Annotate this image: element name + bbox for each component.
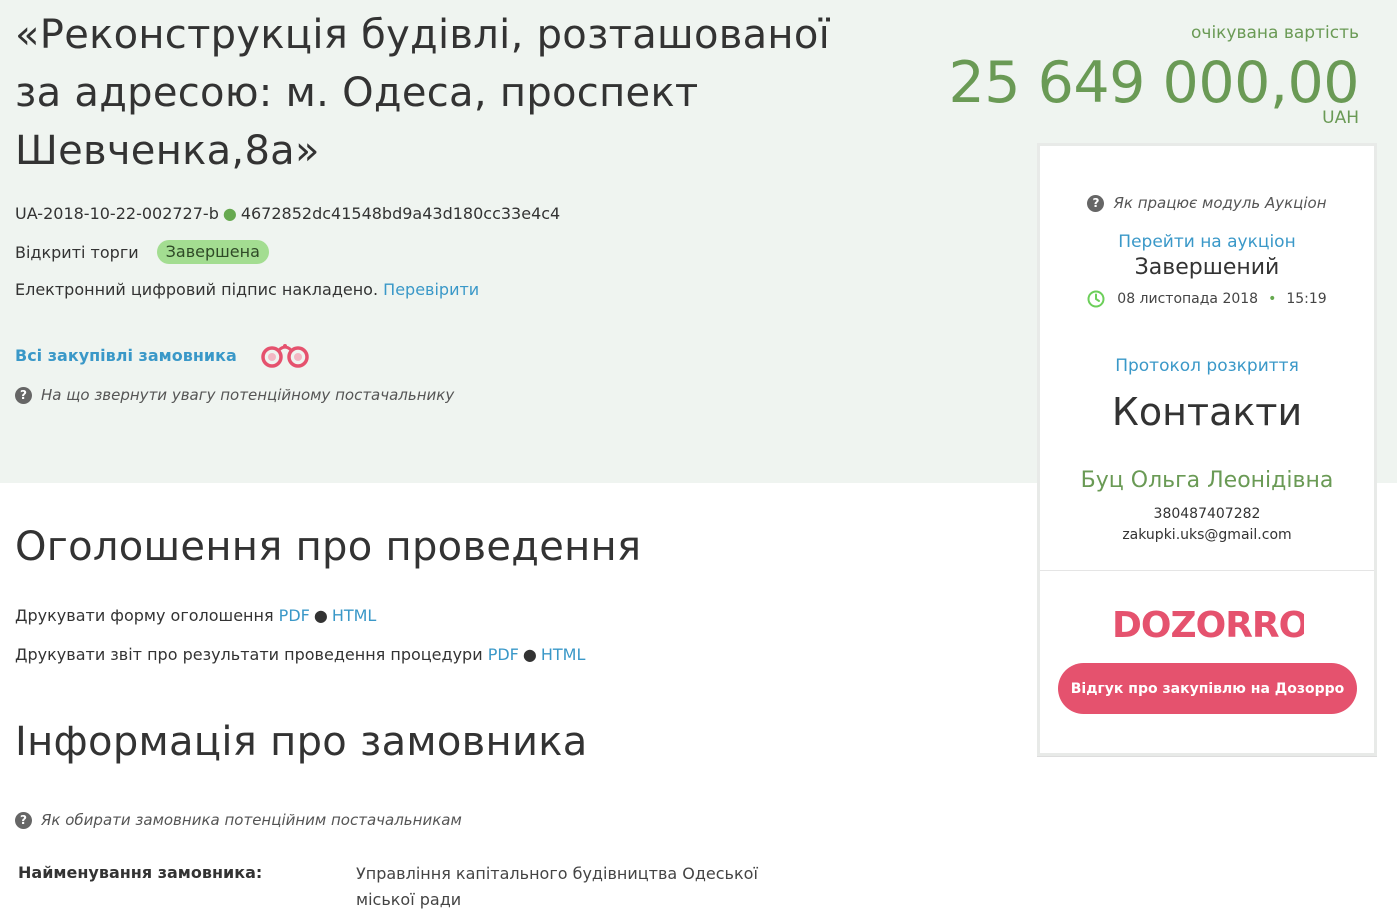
tender-hash: 4672852dc41548bd9a43d180cc33e4c4 — [240, 204, 561, 223]
customer-name-value: Управління капітального будівництва Одес… — [356, 864, 758, 909]
status-badge: Завершена — [156, 240, 269, 264]
divider — [1040, 570, 1374, 571]
procedure-info: Відкриті торги Завершена — [15, 240, 269, 264]
print-report-pdf-link[interactable]: PDF — [488, 645, 519, 664]
binoculars-icon[interactable] — [259, 340, 311, 370]
svg-text:DOZORRO: DOZORRO — [1112, 605, 1304, 645]
question-circle-icon: ? — [1087, 194, 1105, 212]
contact-person-name: Буц Ольга Леонідівна — [1080, 468, 1334, 493]
print-report-row: Друкувати звіт про результати проведення… — [15, 645, 585, 664]
tender-identifier: UA-2018-10-22-002727-b ● 4672852dc41548bd9… — [15, 204, 560, 223]
customer-info-heading: Інформація про замовника — [15, 719, 588, 765]
supplier-hint-text: На що звернути увагу потенційному постач… — [41, 386, 455, 404]
separator-dot: ● — [222, 204, 237, 223]
print-announcement-row: Друкувати форму оголошення PDF ● HTML — [15, 606, 376, 625]
print-announcement-pdf-link[interactable]: PDF — [279, 606, 310, 625]
tender-title: «Реконструкція будівлі, розташованої за … — [15, 12, 831, 174]
dozorro-feedback-button[interactable]: Відгук про закупівлю на Дозорро — [1058, 663, 1357, 714]
print-report-text: Друкувати звіт про результати проведення… — [15, 645, 483, 664]
auction-datetime: 08 листопада 2018 • 15:19 — [1040, 290, 1374, 308]
verify-signature-link[interactable]: Перевірити — [383, 280, 479, 299]
all-customer-purchases-link[interactable]: Всі закупівлі замовника — [15, 346, 237, 365]
auction-contacts-panel: ? Як працює модуль Аукціон Перейти на ау… — [1037, 143, 1377, 756]
separator-dot: • — [1268, 291, 1277, 307]
auction-status: Завершений — [1134, 255, 1280, 280]
print-report-html-link[interactable]: HTML — [541, 645, 586, 664]
all-purchases-block: Всі закупівлі замовника — [15, 340, 311, 370]
supplier-hint[interactable]: ? На що звернути увагу потенційному пост… — [15, 386, 454, 404]
auction-date: 08 листопада 2018 — [1117, 291, 1259, 307]
print-announcement-text: Друкувати форму оголошення — [15, 606, 274, 625]
separator-dot: ● — [313, 606, 328, 625]
expected-value-amount: 25 649 000,00 — [948, 50, 1359, 116]
tender-id: UA-2018-10-22-002727-b — [15, 204, 219, 223]
opening-protocol-link[interactable]: Протокол розкриття — [1040, 356, 1374, 376]
question-circle-icon: ? — [15, 811, 32, 829]
customer-name-label: Найменування замовника: — [18, 863, 263, 882]
dozorro-logo: DOZORRO — [1112, 605, 1304, 645]
contact-email: zakupki.uks@gmail.com — [1122, 527, 1292, 543]
contacts-heading: Контакти — [1111, 390, 1303, 434]
signature-text: Електронний цифровий підпис накладено. — [15, 280, 379, 299]
question-circle-icon: ? — [15, 386, 32, 404]
go-to-auction-link[interactable]: Перейти на аукціон — [1040, 232, 1374, 252]
contact-phone: 380487407282 — [1153, 506, 1261, 522]
clock-icon — [1087, 290, 1105, 308]
print-announcement-html-link[interactable]: HTML — [332, 606, 377, 625]
customer-hint[interactable]: ? Як обирати замовника потенційним поста… — [15, 811, 462, 829]
auction-time: 15:19 — [1286, 291, 1327, 307]
auction-module-hint[interactable]: ? Як працює модуль Аукціон — [1040, 194, 1374, 212]
announcement-heading: Оголошення про проведення — [15, 524, 642, 570]
signature-info: Електронний цифровий підпис накладено. П… — [15, 280, 479, 299]
auction-module-hint-text: Як працює модуль Аукціон — [1113, 194, 1327, 212]
separator-dot: ● — [522, 645, 537, 664]
expected-value-currency: UAH — [1322, 108, 1359, 128]
procedure-type: Відкриті торги — [15, 242, 139, 262]
customer-hint-text: Як обирати замовника потенційним постача… — [41, 811, 462, 829]
expected-value-label: очікувана вартість — [1191, 23, 1359, 43]
